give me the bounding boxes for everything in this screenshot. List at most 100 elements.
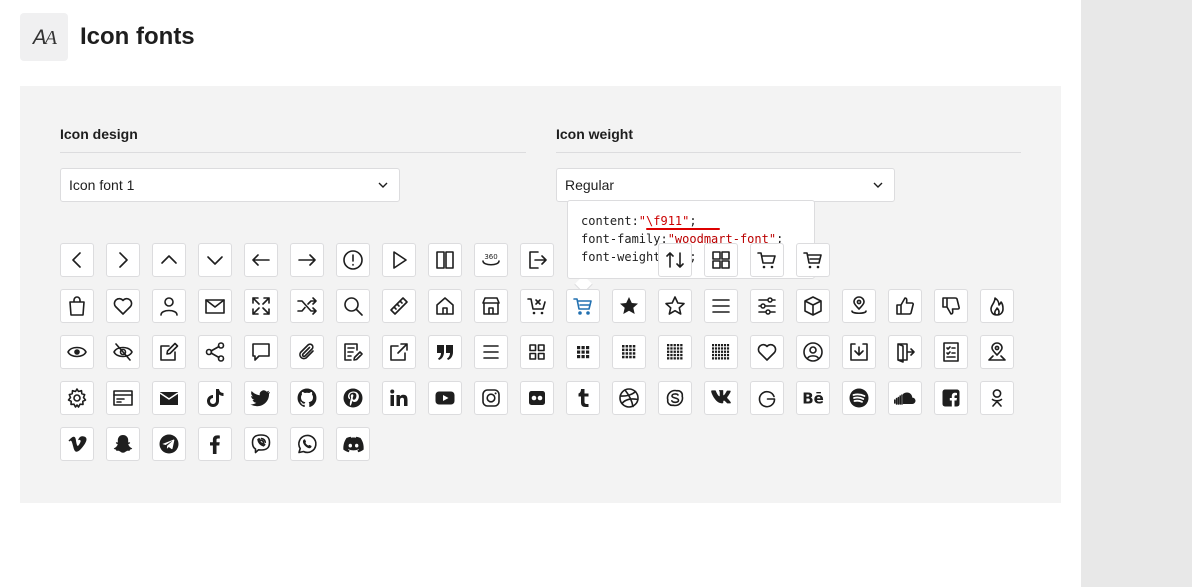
icon-option[interactable] [106, 243, 140, 277]
icon-option[interactable] [658, 289, 692, 323]
icon-option[interactable] [980, 289, 1014, 323]
icon-option[interactable] [290, 289, 324, 323]
icon-option[interactable] [60, 335, 94, 369]
icon-option[interactable] [888, 381, 922, 415]
icon-option[interactable] [428, 381, 462, 415]
icon-option[interactable] [934, 381, 968, 415]
icon-option[interactable] [198, 243, 232, 277]
icon-option[interactable] [60, 427, 94, 461]
icon-option[interactable] [244, 243, 278, 277]
icon-option[interactable] [612, 335, 646, 369]
telegram-icon [159, 434, 179, 454]
icon-option[interactable] [336, 427, 370, 461]
icon-option[interactable] [244, 381, 278, 415]
icon-option[interactable] [336, 289, 370, 323]
icon-option[interactable] [382, 243, 416, 277]
icon-option[interactable] [198, 381, 232, 415]
icon-option[interactable] [980, 381, 1014, 415]
icon-weight-select[interactable]: Regular [556, 168, 895, 202]
icon-option[interactable] [152, 381, 186, 415]
icon-option[interactable] [704, 243, 738, 277]
icon-option[interactable] [290, 427, 324, 461]
icon-option[interactable] [658, 335, 692, 369]
icon-option[interactable] [980, 335, 1014, 369]
icon-option[interactable] [566, 381, 600, 415]
icon-option[interactable] [842, 381, 876, 415]
svg-text:Bē: Bē [802, 390, 824, 408]
icon-option[interactable] [152, 243, 186, 277]
icon-option[interactable] [152, 289, 186, 323]
icon-option[interactable] [60, 243, 94, 277]
icon-option[interactable] [152, 335, 186, 369]
icon-option[interactable] [336, 381, 370, 415]
icon-option[interactable] [520, 243, 554, 277]
icon-option[interactable] [474, 289, 508, 323]
icon-option[interactable] [842, 289, 876, 323]
icon-option[interactable] [382, 289, 416, 323]
icon-option[interactable] [520, 381, 554, 415]
icon-option[interactable] [566, 335, 600, 369]
icon-option[interactable] [106, 289, 140, 323]
icon-option[interactable] [520, 335, 554, 369]
chevron-up-icon [161, 255, 177, 264]
icon-option[interactable] [934, 335, 968, 369]
icon-option[interactable] [336, 243, 370, 277]
vk-icon [711, 390, 731, 404]
icon-option[interactable] [428, 243, 462, 277]
icon-option[interactable] [750, 243, 784, 277]
icon-option[interactable] [60, 381, 94, 415]
icon-option[interactable] [152, 427, 186, 461]
icon-option[interactable] [474, 381, 508, 415]
icon-option[interactable]: Bē [796, 381, 830, 415]
icon-option[interactable] [842, 335, 876, 369]
icon-option[interactable] [658, 243, 692, 277]
icon-option[interactable] [612, 381, 646, 415]
icon-option[interactable] [612, 289, 646, 323]
icon-option[interactable] [198, 289, 232, 323]
icon-option[interactable] [704, 289, 738, 323]
icon-option[interactable] [60, 289, 94, 323]
icon-option[interactable] [106, 381, 140, 415]
icon-option[interactable] [106, 335, 140, 369]
icon-option[interactable] [750, 335, 784, 369]
icon-option[interactable] [796, 335, 830, 369]
icon-option[interactable] [428, 289, 462, 323]
icon-option[interactable] [382, 381, 416, 415]
icon-option[interactable] [290, 335, 324, 369]
icon-option[interactable] [244, 289, 278, 323]
font-icon: 𝘈A [20, 13, 68, 61]
icon-design-select[interactable]: Icon font 1 [60, 168, 400, 202]
edit-icon [160, 342, 179, 361]
icon-option[interactable] [566, 289, 600, 323]
flickr-icon [529, 391, 545, 405]
icon-option[interactable] [244, 335, 278, 369]
icon-option[interactable] [796, 289, 830, 323]
icon-option[interactable] [244, 427, 278, 461]
icon-option[interactable]: 360 [474, 243, 508, 277]
icon-option[interactable] [382, 335, 416, 369]
icon-option[interactable] [750, 289, 784, 323]
alert-circle-icon [343, 250, 363, 270]
icon-option[interactable] [934, 289, 968, 323]
icon-option[interactable] [658, 381, 692, 415]
icon-option[interactable] [704, 381, 738, 415]
vimeo-icon [68, 436, 87, 452]
tooltip-semicolon: ; [689, 214, 697, 228]
icon-option[interactable] [428, 335, 462, 369]
icon-option[interactable] [106, 427, 140, 461]
icon-option[interactable] [888, 335, 922, 369]
icon-option[interactable] [888, 289, 922, 323]
icon-option[interactable] [336, 335, 370, 369]
expand-icon [252, 297, 270, 315]
icon-option[interactable] [198, 335, 232, 369]
icon-option[interactable] [520, 289, 554, 323]
icon-option[interactable] [290, 381, 324, 415]
icon-option[interactable] [474, 335, 508, 369]
icon-option[interactable] [796, 243, 830, 277]
icon-option[interactable] [290, 243, 324, 277]
fire-icon [990, 297, 1004, 316]
shuffle-icon [297, 297, 317, 315]
icon-option[interactable] [704, 335, 738, 369]
icon-option[interactable] [198, 427, 232, 461]
icon-option[interactable] [750, 381, 784, 415]
